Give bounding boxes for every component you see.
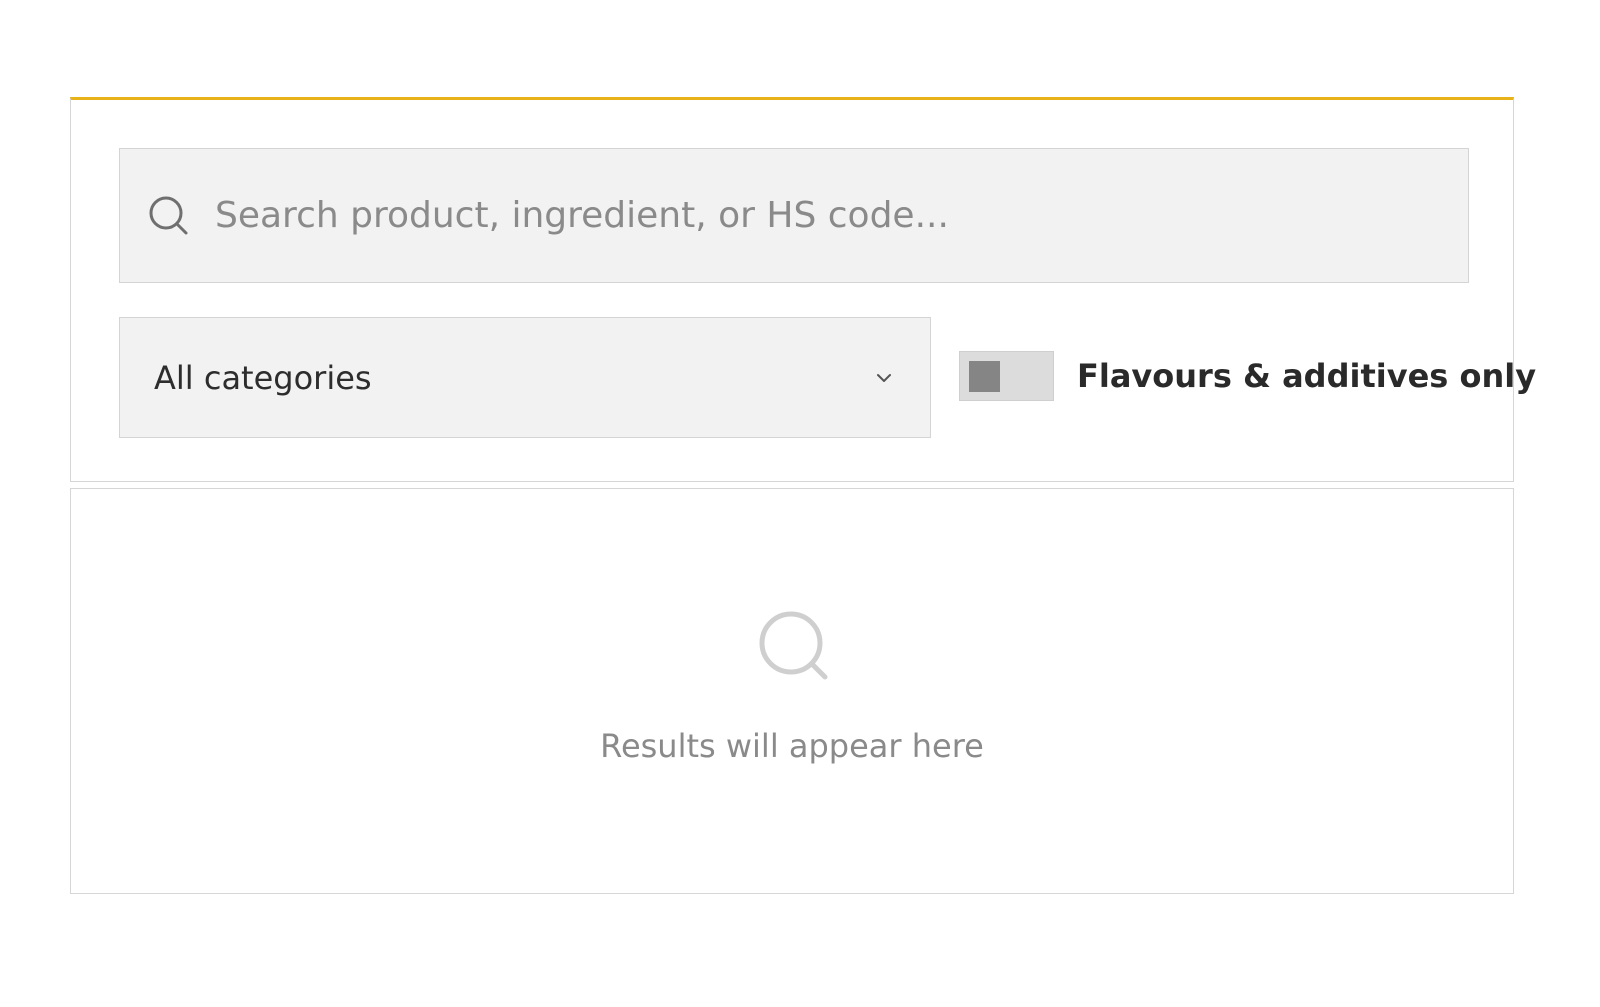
results-panel: Results will appear here xyxy=(70,488,1514,894)
category-select[interactable]: All categories xyxy=(119,317,931,438)
category-select-value: All categories xyxy=(154,358,372,397)
toggle-knob xyxy=(969,361,1000,392)
results-empty-message: Results will appear here xyxy=(600,727,984,765)
flavours-additives-toggle-label[interactable]: Flavours & additives only xyxy=(1077,351,1536,401)
search-field[interactable] xyxy=(119,148,1469,283)
search-icon xyxy=(147,194,191,238)
flavours-additives-toggle[interactable] xyxy=(959,351,1054,401)
search-panel: All categories Flavours & additives only xyxy=(70,97,1536,482)
search-icon xyxy=(759,611,828,680)
chevron-down-icon xyxy=(872,366,896,390)
search-input[interactable] xyxy=(213,184,1468,247)
